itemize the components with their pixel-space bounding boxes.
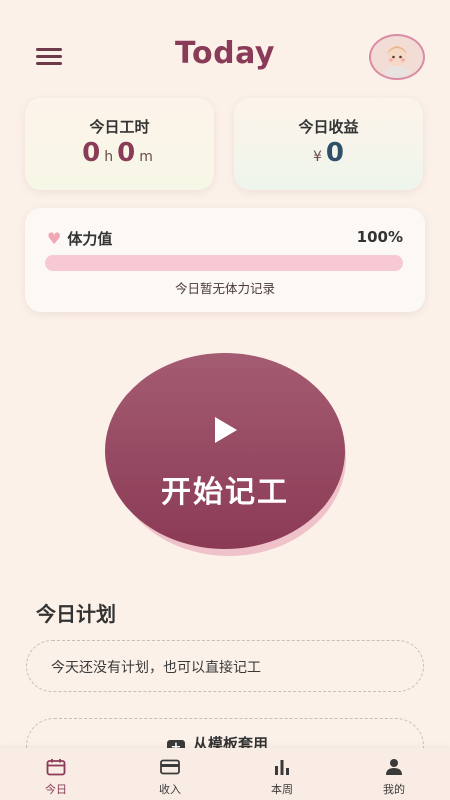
tab-today-label: 今日 [45, 783, 67, 796]
tab-bar: 今日 收入 本周 我的 [0, 748, 450, 800]
income-amount: 0 [325, 138, 344, 168]
tab-today[interactable]: 今日 [0, 748, 112, 800]
stamina-header: ♥ 体力值 [47, 228, 112, 249]
user-icon [386, 759, 402, 775]
tab-income-label: 收入 [159, 783, 181, 796]
tab-profile-label: 我的 [383, 783, 405, 796]
heart-icon: ♥ [47, 229, 62, 248]
plan-empty-text: 今天还没有计划，也可以直接记工 [51, 660, 261, 676]
income-card: 今日收益 ¥0 [234, 98, 423, 190]
plan-empty-box: 今天还没有计划，也可以直接记工 [26, 640, 424, 692]
tab-week-label: 本周 [271, 783, 293, 796]
stamina-percent: 100% [356, 228, 403, 246]
avatar-figure-icon [385, 46, 409, 78]
stamina-bar-fill [45, 255, 403, 271]
stamina-note: 今日暂无体力记录 [174, 281, 275, 296]
tab-week[interactable]: 本周 [226, 748, 338, 800]
stamina-bar [45, 255, 403, 271]
start-work-label: 开始记工 [161, 475, 289, 510]
calendar-icon [46, 759, 66, 776]
hours-label: 今日工时 [89, 118, 150, 136]
card-icon [160, 759, 180, 775]
stamina-card: ♥ 体力值 100% 今日暂无体力记录 [25, 208, 425, 312]
play-icon [215, 417, 237, 443]
start-work-button[interactable]: 开始记工 [105, 353, 345, 549]
plan-title: 今日计划 [36, 602, 116, 626]
stamina-label: 体力值 [67, 230, 113, 248]
bar-chart-icon [275, 760, 289, 775]
currency-symbol: ¥ [312, 149, 322, 165]
hours-value: 0h0m [25, 138, 214, 168]
hours-unit: h [104, 149, 114, 165]
minutes-unit: m [139, 149, 153, 165]
header: Today [0, 0, 450, 110]
tab-profile[interactable]: 我的 [338, 748, 450, 800]
minutes-number: 0 [117, 138, 136, 168]
hours-number: 0 [82, 138, 101, 168]
income-value: ¥0 [234, 138, 423, 168]
hours-card: 今日工时 0h0m [25, 98, 214, 190]
tab-income[interactable]: 收入 [114, 748, 226, 800]
income-label: 今日收益 [298, 118, 359, 136]
avatar[interactable] [369, 34, 425, 80]
